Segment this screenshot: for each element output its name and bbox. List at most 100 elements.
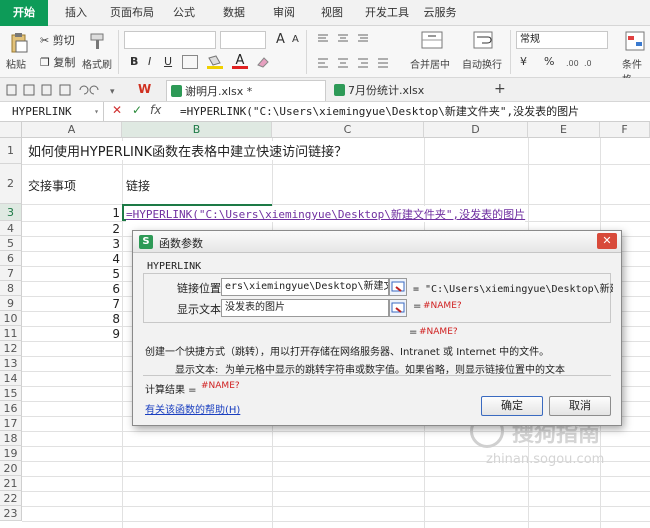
format-painter-button[interactable]: 格式刷 [82,56,112,71]
row-header[interactable]: 9 [0,296,22,311]
cell-a2[interactable]: 交接事项 [28,177,76,194]
row-header[interactable]: 12 [0,341,22,356]
row-header[interactable]: 21 [0,476,22,491]
wrap-text-button[interactable]: 自动换行 [462,56,502,71]
range-select-icon[interactable] [389,278,407,296]
italic-button[interactable]: I [148,55,151,68]
close-icon[interactable]: ✕ [597,233,617,249]
name-box[interactable]: HYPERLINK ▾ [0,102,104,121]
cancel-button[interactable]: 取消 [549,396,611,416]
number-format-select[interactable]: 常规 [516,31,608,49]
row-header[interactable]: 11 [0,326,22,341]
range-select-icon[interactable] [389,299,407,317]
row-header[interactable]: 5 [0,236,22,251]
tab-formulas[interactable]: 公式 [164,0,204,26]
cell-a8[interactable]: 6 [22,282,120,296]
arg1-input[interactable]: ers\xiemingyue\Desktop\新建文件夹" [221,278,389,296]
row-header[interactable]: 8 [0,281,22,296]
fill-color-icon[interactable] [206,55,224,69]
font-name-select[interactable] [124,31,216,49]
font-size-select[interactable] [220,31,266,49]
eraser-icon[interactable] [256,55,270,69]
tab-developer[interactable]: 开发工具 [360,0,414,26]
select-all-corner[interactable] [0,122,22,138]
row-header[interactable]: 6 [0,251,22,266]
row-header[interactable]: 22 [0,491,22,506]
paste-icon[interactable] [8,32,30,54]
tab-review[interactable]: 审阅 [264,0,304,26]
font-grow-button[interactable]: A [276,32,285,47]
cell-a1[interactable]: 如何使用HYPERLINK函数在表格中建立快速访问链接？ [28,141,348,160]
cell-a7[interactable]: 5 [22,267,120,281]
row-header[interactable]: 1 [0,138,22,164]
tab-view[interactable]: 视图 [312,0,352,26]
tab-data[interactable]: 数据 [214,0,254,26]
row-header[interactable]: 7 [0,266,22,281]
tab-insert[interactable]: 插入 [54,0,98,26]
cell-b2[interactable]: 链接 [126,177,150,194]
row-header[interactable]: 14 [0,371,22,386]
doc-tab[interactable]: 7月份统计.xlsx [330,80,470,101]
align-top-icons[interactable] [316,33,376,45]
cell-a11[interactable]: 9 [22,327,120,341]
overall-result: #NAME? [419,327,458,337]
ok-button[interactable]: 确定 [481,396,543,416]
currency-button[interactable]: ¥ [520,55,527,68]
row-header[interactable]: 19 [0,446,22,461]
underline-button[interactable]: U [164,55,172,68]
column-header-f[interactable]: F [600,122,650,138]
row-header[interactable]: 15 [0,386,22,401]
function-help-link[interactable]: 有关该函数的帮助(H) [145,401,240,416]
row-header[interactable]: 18 [0,431,22,446]
row-header[interactable]: 4 [0,221,22,236]
arg2-input[interactable]: 没发表的图片 [221,299,389,317]
font-shrink-button[interactable]: A [292,34,299,45]
cell-a10[interactable]: 8 [22,312,120,326]
column-header-a[interactable]: A [22,122,122,138]
wrap-text-icon[interactable] [472,30,494,50]
paste-button[interactable]: 粘贴 [6,56,26,71]
merge-center-icon[interactable] [420,30,444,50]
cell-a4[interactable]: 2 [22,222,120,236]
column-header-e[interactable]: E [528,122,600,138]
row-header[interactable]: 20 [0,461,22,476]
row-header[interactable]: 17 [0,416,22,431]
tab-page-layout[interactable]: 页面布局 [104,0,160,26]
chevron-down-icon[interactable]: ▾ [94,102,99,121]
border-icon[interactable] [182,55,198,69]
merge-center-button[interactable]: 合并居中 [410,56,450,71]
percent-button[interactable]: % [544,55,554,68]
cell-a5[interactable]: 3 [22,237,120,251]
font-color-icon[interactable]: A [232,53,248,69]
decimal-icons[interactable]: .00 .0 [566,56,600,68]
row-header[interactable]: 23 [0,506,22,521]
cell-a9[interactable]: 7 [22,297,120,311]
confirm-formula-button[interactable]: ✓ [132,103,142,117]
align-horizontal-icons[interactable] [316,57,396,69]
cell-a6[interactable]: 4 [22,252,120,266]
tab-cloud[interactable]: 云服务 [418,0,462,26]
bold-button[interactable]: B [130,55,138,68]
column-header-d[interactable]: D [424,122,528,138]
row-header[interactable]: 16 [0,401,22,416]
formula-input[interactable]: =HYPERLINK("C:\Users\xiemingyue\Desktop\… [180,102,579,121]
doc-tab-active[interactable]: 谢明月.xlsx * [166,80,326,101]
row-header[interactable]: 2 [0,164,22,204]
cell-b3-formula[interactable]: =HYPERLINK("C:\Users\xiemingyue\Desktop\… [126,206,526,222]
cell-a3[interactable]: 1 [22,206,120,220]
row-header[interactable]: 3 [0,204,22,221]
column-header-b[interactable]: B [122,122,272,138]
copy-button[interactable]: ❐ 复制 [40,54,75,70]
column-header-c[interactable]: C [272,122,424,138]
row-header[interactable]: 13 [0,356,22,371]
tab-home[interactable]: 开始 [0,0,48,26]
dialog-title-bar[interactable]: S 函数参数 ✕ [133,231,621,253]
row-header[interactable]: 10 [0,311,22,326]
insert-function-button[interactable]: fx [150,103,161,117]
format-painter-icon[interactable] [88,32,106,50]
cut-button[interactable]: ✂ 剪切 [40,32,75,48]
conditional-format-icon[interactable] [624,30,646,52]
quick-access-icons[interactable]: ▾ [6,84,126,97]
cancel-formula-button[interactable]: ✕ [112,103,122,117]
new-tab-button[interactable]: + [494,81,506,97]
